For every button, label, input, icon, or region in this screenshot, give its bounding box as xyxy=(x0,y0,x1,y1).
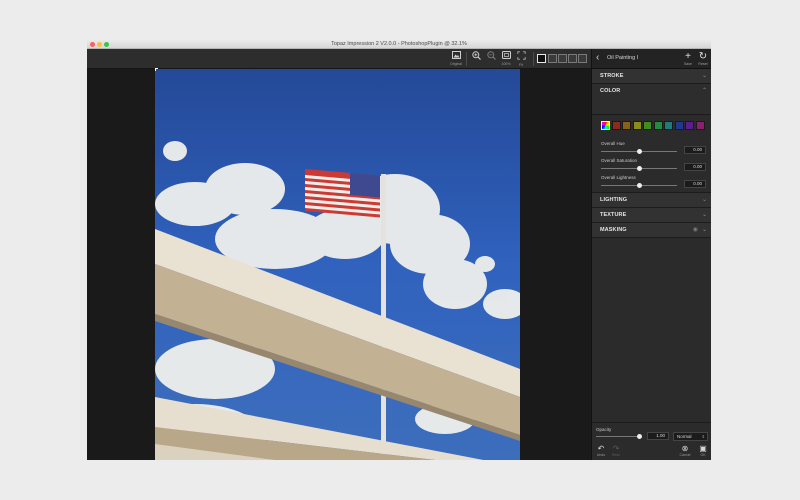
adjustment-label: Overall Lightness xyxy=(601,175,636,180)
adjustment-value-field[interactable]: 0.00 xyxy=(684,163,706,171)
plus-icon: + xyxy=(685,51,691,62)
app-window: Topaz Impression 2 V2.0.0 - PhotoshopPlu… xyxy=(87,40,711,460)
chevron-down-icon: ⌄ xyxy=(701,197,707,203)
color-swatch[interactable] xyxy=(664,121,673,130)
adjustment-label: Overall Saturation xyxy=(601,158,638,163)
zoom-out-button[interactable] xyxy=(484,51,498,67)
color-swatch[interactable] xyxy=(685,121,694,130)
image-canvas[interactable] xyxy=(87,68,591,460)
window-title: Topaz Impression 2 V2.0.0 - PhotoshopPlu… xyxy=(331,41,467,47)
preview-image[interactable] xyxy=(155,69,520,460)
color-swatch[interactable] xyxy=(653,121,663,130)
opacity-label: Opacity xyxy=(596,427,612,432)
chevron-down-icon: ⌄ xyxy=(701,212,707,218)
original-button[interactable]: Original xyxy=(449,51,463,67)
color-swatch[interactable] xyxy=(695,121,705,130)
select-arrows-icon: ⇕ xyxy=(701,434,705,439)
toolbar-divider xyxy=(533,52,534,66)
chevron-down-icon: ⌄ xyxy=(701,227,707,233)
opacity-value-field[interactable]: 1.00 xyxy=(647,432,669,440)
section-texture[interactable]: TEXTURE ⌄ xyxy=(592,208,711,223)
adjustment-slider[interactable] xyxy=(601,183,677,188)
toolbar-divider xyxy=(466,52,467,66)
chevron-left-icon[interactable]: ‹ xyxy=(596,53,599,63)
zoom-in-icon xyxy=(469,51,483,63)
redo-button[interactable]: ↷ Redo xyxy=(609,444,623,458)
ok-button[interactable]: ▣ OK xyxy=(696,444,710,458)
section-masking[interactable]: MASKING ◉ ⌄ xyxy=(592,223,711,238)
chevron-up-icon: ⌃ xyxy=(701,88,707,94)
cancel-icon: ⊗ xyxy=(681,444,689,453)
image-icon xyxy=(449,51,463,62)
chevron-down-icon: ⌄ xyxy=(701,73,707,79)
quad-view-button[interactable] xyxy=(578,54,587,63)
adjustment-slider[interactable] xyxy=(601,149,677,154)
color-swatch[interactable] xyxy=(611,121,621,130)
split-view-button[interactable] xyxy=(548,54,557,63)
settings-panel: ‹ Oil Painting I + Save ↻ Reset STROKE ⌄… xyxy=(591,49,711,460)
canvas-corner-marker xyxy=(155,68,158,71)
fit-button[interactable]: Fit xyxy=(514,51,528,67)
painted-photo-graphic xyxy=(155,69,520,460)
zoom-out-icon xyxy=(484,51,498,63)
adjustment-value-field[interactable]: 0.00 xyxy=(684,146,706,154)
undo-button[interactable]: ↶ Undo xyxy=(594,444,608,458)
zoom-100-button[interactable]: 100% xyxy=(499,51,513,67)
blend-mode-select[interactable]: Normal ⇕ xyxy=(673,432,708,441)
compare-view-button[interactable] xyxy=(568,54,577,63)
actual-size-icon xyxy=(499,51,513,62)
panel-footer: Opacity 1.00 Normal ⇕ ↶ Undo ↷ Redo ⊗ Ca… xyxy=(592,422,711,460)
ok-icon: ▣ xyxy=(699,444,707,453)
reset-icon: ↻ xyxy=(698,51,708,62)
opacity-slider[interactable] xyxy=(596,434,642,439)
panel-header: ‹ Oil Painting I + Save ↻ Reset xyxy=(592,49,711,69)
slider-handle[interactable] xyxy=(636,166,642,171)
color-swatch[interactable] xyxy=(632,121,642,130)
zoom-in-button[interactable] xyxy=(469,51,483,67)
fit-screen-icon xyxy=(514,51,528,63)
section-stroke[interactable]: STROKE ⌄ xyxy=(592,69,711,84)
save-preset-button[interactable]: + Save xyxy=(681,51,695,67)
side-by-side-view-button[interactable] xyxy=(558,54,567,63)
single-view-button[interactable] xyxy=(537,54,546,63)
adjustment-label: Overall Hue xyxy=(601,141,625,146)
reset-button[interactable]: ↻ Reset xyxy=(696,51,710,67)
title-bar: Topaz Impression 2 V2.0.0 - PhotoshopPlu… xyxy=(87,40,711,49)
main-toolbar: Original 100% Fit xyxy=(87,49,591,69)
opacity-slider-handle[interactable] xyxy=(636,434,642,439)
undo-icon: ↶ xyxy=(597,444,605,453)
adjustment-slider[interactable] xyxy=(601,166,677,171)
preset-title: Oil Painting I xyxy=(607,55,639,61)
color-swatch[interactable] xyxy=(643,121,652,130)
color-swatch[interactable] xyxy=(622,121,631,130)
adjustment-value-field[interactable]: 0.00 xyxy=(684,180,706,188)
color-swatch-all[interactable] xyxy=(601,121,610,130)
cancel-button[interactable]: ⊗ Cancel xyxy=(678,444,692,458)
slider-handle[interactable] xyxy=(636,149,642,154)
section-color[interactable]: COLOR ⌃ xyxy=(592,84,711,115)
slider-handle[interactable] xyxy=(636,183,642,188)
color-settings: Overall Hue 0.00 Overall Saturation 0.00 Ove… xyxy=(592,115,711,193)
redo-icon: ↷ xyxy=(612,444,620,453)
blend-mode-value: Normal xyxy=(677,434,692,439)
eye-icon[interactable]: ◉ xyxy=(693,226,698,233)
section-lighting[interactable]: LIGHTING ⌄ xyxy=(592,193,711,208)
color-swatch[interactable] xyxy=(674,121,684,130)
